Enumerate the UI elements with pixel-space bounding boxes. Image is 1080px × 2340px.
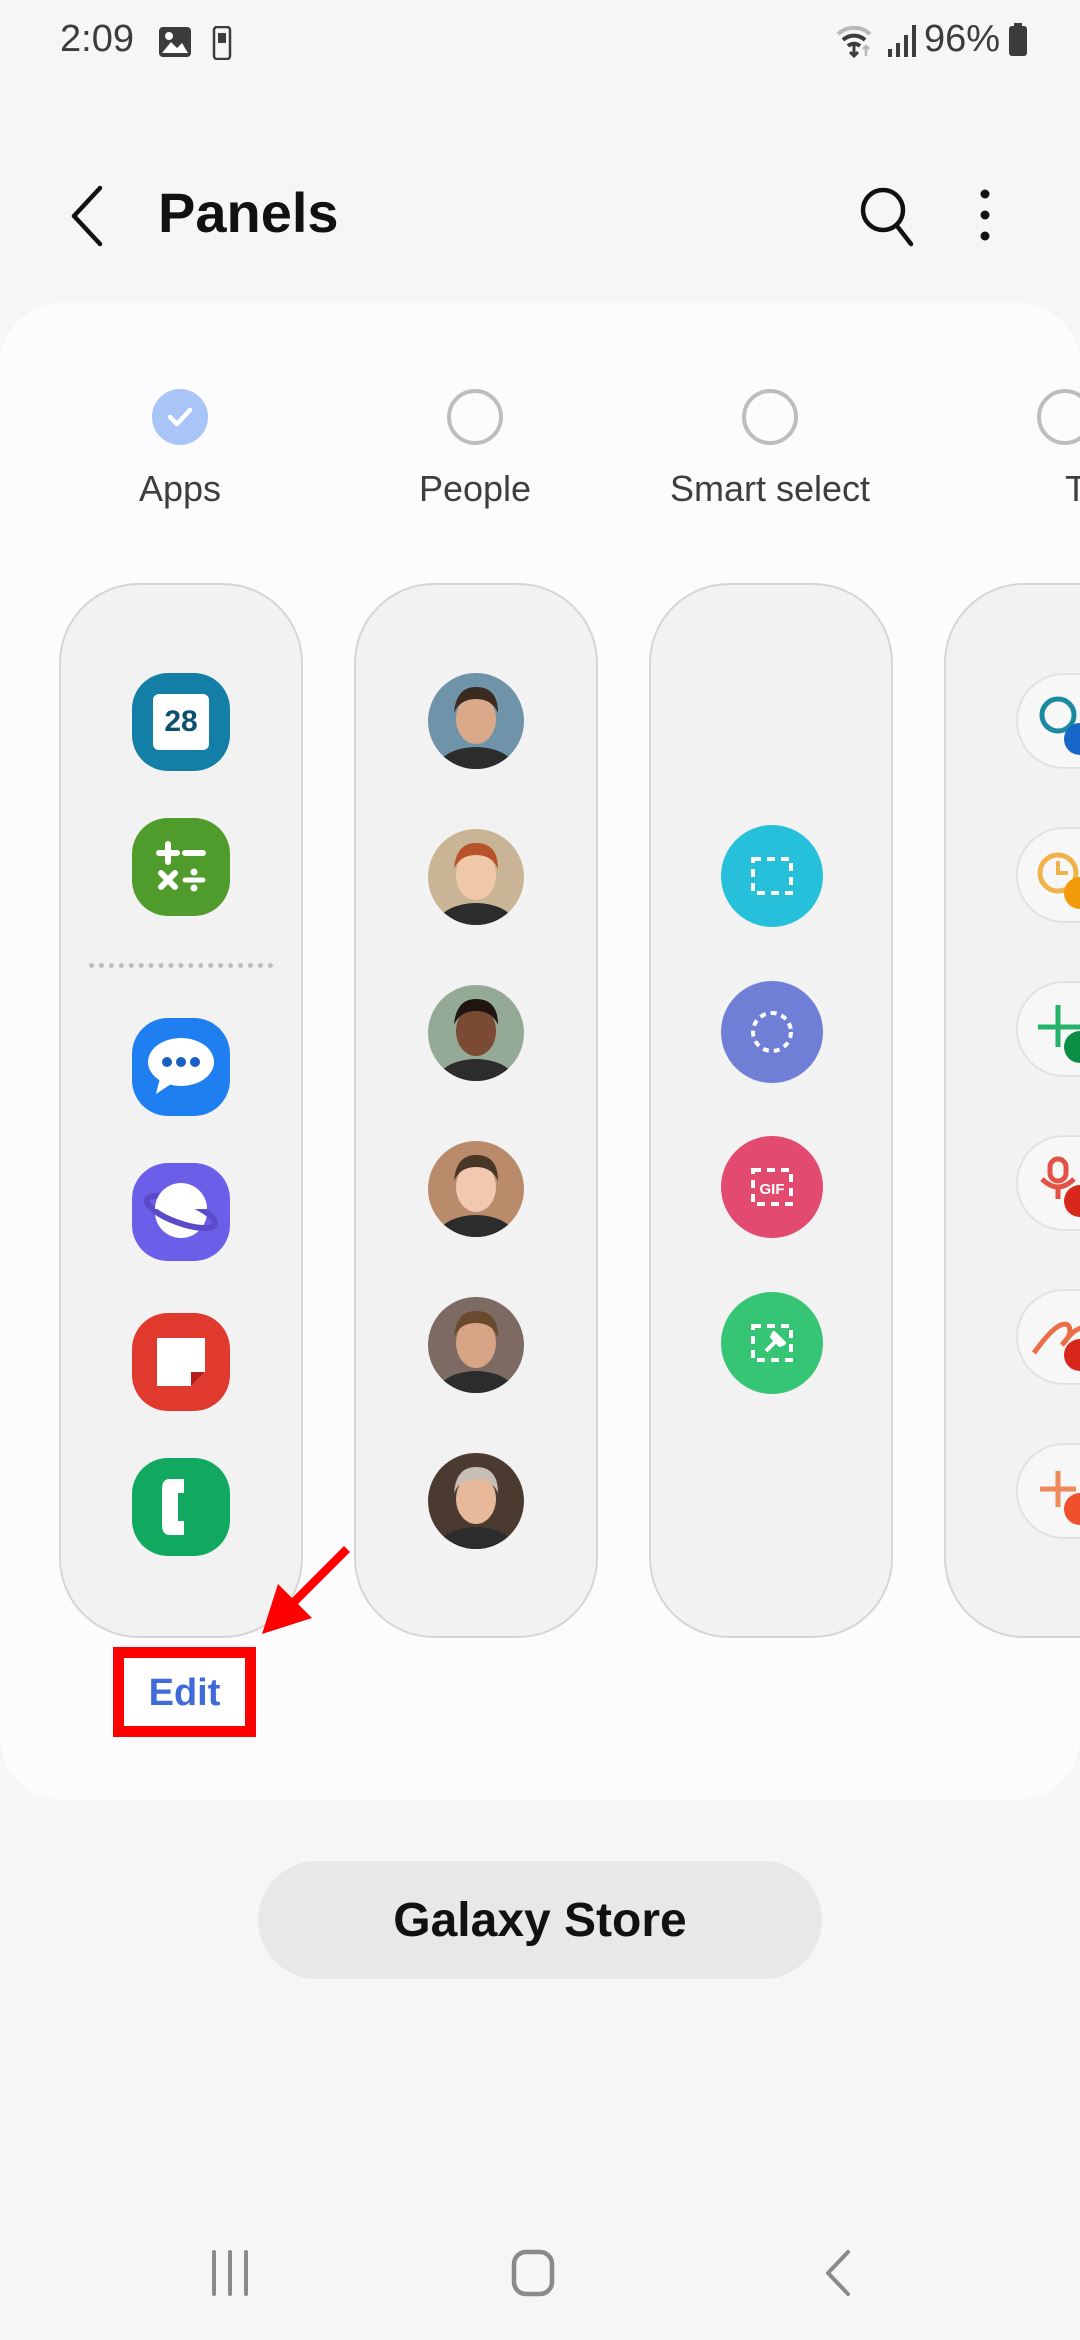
- handset-glyph: [162, 1479, 184, 1535]
- app-bar: Panels: [0, 160, 1080, 270]
- edit-button[interactable]: Edit: [124, 1672, 245, 1715]
- task-item: [1016, 1135, 1080, 1231]
- calendar-icon: 28: [132, 673, 230, 771]
- edit-highlight-box: Edit: [113, 1647, 256, 1737]
- panel-label-apps: Apps: [138, 468, 222, 509]
- panels-card: Apps 28 People Smart select GIF T: [0, 303, 1080, 1800]
- panel-checkbox-apps[interactable]: [152, 389, 208, 445]
- planet-glyph: [143, 1183, 219, 1238]
- recents-icon[interactable]: [208, 2248, 252, 2298]
- calendar-date: 28: [153, 694, 209, 750]
- calculator-glyph: [156, 841, 206, 892]
- navigation-bar: [0, 2200, 1080, 2340]
- gallery-icon: [159, 27, 191, 57]
- signature-task-icon: [1031, 1321, 1080, 1371]
- oval-select-icon: [721, 981, 823, 1083]
- pin-select-icon: [721, 1292, 823, 1394]
- contact-avatar-4: [436, 1155, 516, 1237]
- contact-avatar-6: [436, 1467, 516, 1549]
- smart-select-panel-preview[interactable]: GIF: [649, 583, 893, 1638]
- galaxy-store-button[interactable]: Galaxy Store: [258, 1861, 822, 1979]
- phone-device-icon: [212, 26, 232, 60]
- gif-select-icon: GIF: [721, 1136, 823, 1238]
- more-options-icon[interactable]: [965, 182, 1005, 248]
- search-icon[interactable]: [855, 182, 921, 248]
- battery-icon: [1009, 22, 1027, 56]
- apps-divider: [89, 963, 273, 968]
- note-glyph: [157, 1338, 205, 1386]
- wifi-icon: [836, 25, 872, 58]
- status-time: 2:09: [60, 18, 134, 60]
- gif-text: GIF: [760, 1181, 785, 1198]
- contact-avatar-3: [436, 999, 516, 1081]
- add-task-icon: [1040, 1471, 1080, 1525]
- add-contact-task-icon: [1038, 1005, 1080, 1063]
- contact-avatar: [428, 1297, 524, 1393]
- page-title: Panels: [158, 181, 339, 244]
- panel-label-smart-select: Smart select: [669, 468, 871, 509]
- tasks-panel-preview[interactable]: [944, 583, 1080, 1638]
- voice-record-task-icon: [1040, 1156, 1080, 1217]
- notes-icon: [132, 1313, 230, 1411]
- back-chevron-icon[interactable]: [60, 182, 120, 248]
- dashed-gif-glyph: GIF: [751, 1168, 793, 1206]
- search-task-icon: [1039, 696, 1080, 755]
- chat-bubble-glyph: [148, 1038, 214, 1094]
- contact-avatar: [428, 985, 524, 1081]
- task-item: [1016, 981, 1080, 1077]
- dashed-circle-glyph: [751, 1011, 793, 1053]
- task-item: [1016, 1443, 1080, 1539]
- nav-back-icon[interactable]: [820, 2248, 854, 2298]
- task-item: [1016, 827, 1080, 923]
- messages-icon: [132, 1018, 230, 1116]
- dashed-rectangle-glyph: [751, 857, 793, 895]
- contact-avatar: [428, 1141, 524, 1237]
- contact-avatar: [428, 1453, 524, 1549]
- contact-avatar: [428, 673, 524, 769]
- calculator-icon: [132, 818, 230, 916]
- status-system-icons: 96%: [834, 18, 1028, 61]
- task-item: [1016, 673, 1080, 769]
- internet-icon: [132, 1163, 230, 1261]
- panel-checkbox-smart-select[interactable]: [742, 389, 798, 445]
- panel-checkbox-people[interactable]: [447, 389, 503, 445]
- apps-panel-preview[interactable]: 28: [59, 583, 303, 1638]
- contact-avatar-5: [436, 1311, 516, 1393]
- panel-label-tasks: Tasks: [1065, 468, 1080, 509]
- annotation-arrow: [262, 1546, 350, 1634]
- checkmark-icon: [167, 407, 193, 427]
- home-icon[interactable]: [510, 2248, 556, 2298]
- signal-icon: [887, 24, 916, 57]
- task-item: [1016, 1289, 1080, 1385]
- status-bar: 2:09 96%: [0, 0, 1080, 90]
- phone-icon: [132, 1458, 230, 1556]
- dashed-pin-glyph: [751, 1324, 793, 1362]
- panel-label-people: People: [418, 468, 532, 509]
- clock-task-icon: [1037, 852, 1080, 909]
- people-panel-preview[interactable]: [354, 583, 598, 1638]
- contact-avatar: [428, 829, 524, 925]
- contact-avatar-1: [436, 687, 516, 769]
- battery-percent: 96%: [923, 18, 1000, 60]
- panel-checkbox-tasks[interactable]: [1037, 389, 1080, 445]
- contact-avatar-2: [436, 843, 516, 925]
- rectangle-select-icon: [721, 825, 823, 927]
